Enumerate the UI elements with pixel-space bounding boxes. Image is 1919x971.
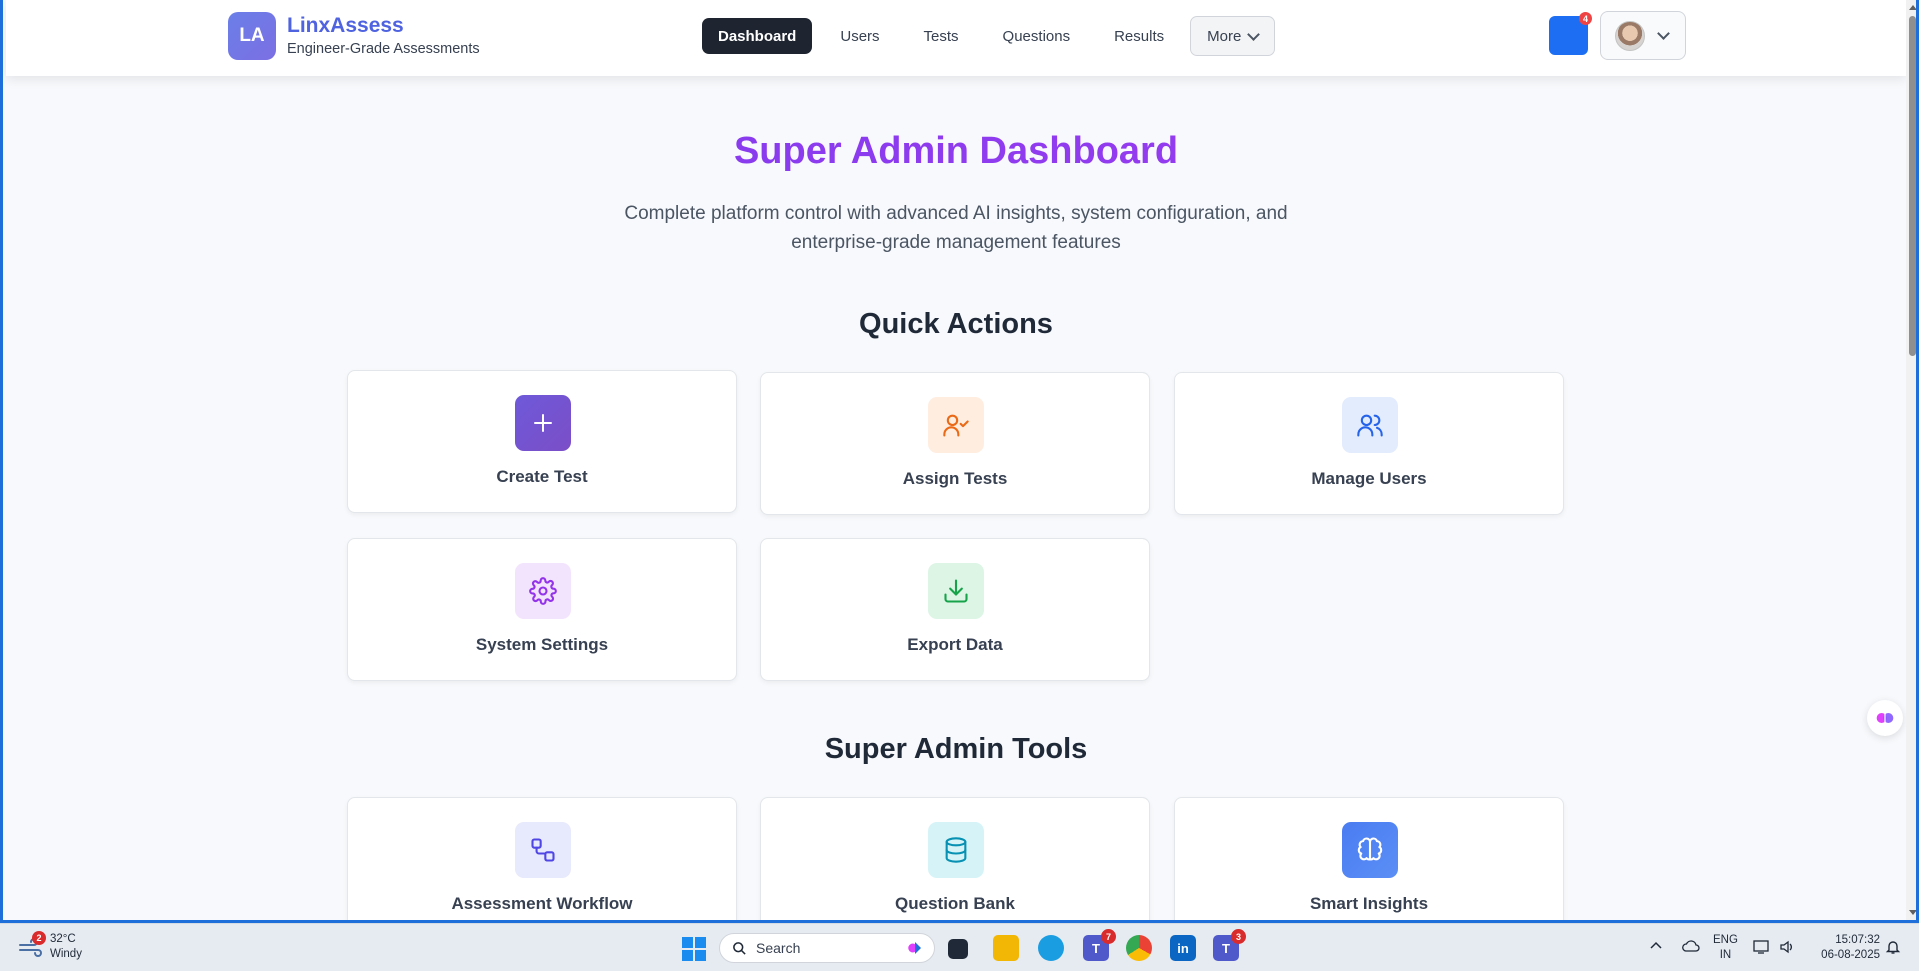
- chevron-up-icon[interactable]: [1650, 940, 1662, 955]
- notification-count-badge: 4: [1579, 12, 1592, 25]
- scroll-up-arrow[interactable]: [1909, 5, 1916, 10]
- page-scrollbar[interactable]: [1906, 0, 1916, 920]
- weather-widget[interactable]: 2 32°C Windy: [18, 931, 82, 962]
- network-icon[interactable]: [1753, 939, 1771, 960]
- user-check-icon: [928, 397, 984, 453]
- smart-insights-card[interactable]: Smart Insights: [1174, 797, 1564, 920]
- brain-icon: [1876, 713, 1894, 723]
- create-test-card[interactable]: Create Test: [347, 370, 737, 513]
- export-data-card[interactable]: Export Data: [760, 538, 1150, 681]
- nav-more-button[interactable]: More: [1190, 16, 1276, 56]
- assessment-workflow-card[interactable]: Assessment Workflow: [347, 797, 737, 920]
- clock[interactable]: 15:07:32 06-08-2025: [1812, 933, 1880, 963]
- users-icon: [1342, 397, 1398, 453]
- workflow-icon: [515, 822, 571, 878]
- avatar: [1615, 20, 1645, 51]
- task-view-icon[interactable]: [948, 939, 968, 959]
- nav-more-label: More: [1207, 27, 1242, 45]
- ai-assistant-button[interactable]: [1867, 700, 1903, 736]
- edge-browser-icon[interactable]: [1038, 935, 1064, 961]
- brain-icon: [1342, 822, 1398, 878]
- volume-icon[interactable]: [1779, 939, 1795, 960]
- chevron-down-icon: [1657, 27, 1670, 40]
- profile-menu-button[interactable]: [1600, 11, 1686, 60]
- scroll-thumb[interactable]: [1909, 16, 1916, 356]
- database-icon: [928, 822, 984, 878]
- logo[interactable]: LA: [228, 12, 276, 60]
- card-label: Assign Tests: [902, 469, 1008, 488]
- card-label: Create Test: [496, 467, 588, 486]
- weather-condition: Windy: [50, 948, 82, 960]
- scroll-down-arrow[interactable]: [1909, 910, 1916, 915]
- card-label: Manage Users: [1311, 469, 1427, 488]
- clock-time: 15:07:32: [1835, 934, 1880, 946]
- file-explorer-icon[interactable]: [993, 935, 1019, 961]
- main-nav: Dashboard Users Tests Questions Results …: [702, 16, 1276, 56]
- nav-tests[interactable]: Tests: [908, 18, 975, 54]
- clock-date: 06-08-2025: [1821, 949, 1880, 961]
- chrome-icon[interactable]: [1126, 935, 1152, 961]
- teams-work-icon[interactable]: T3: [1213, 929, 1246, 961]
- card-label: Export Data: [907, 635, 1003, 654]
- teams-work-badge: 3: [1231, 929, 1246, 944]
- notification-bell-icon[interactable]: [1885, 939, 1901, 960]
- card-label: Assessment Workflow: [451, 894, 633, 913]
- browser-window: LA LinxAssess Engineer-Grade Assessments…: [0, 0, 1919, 923]
- windows-taskbar: 2 32°C Windy Search T7 in T3 ENG IN 15:0…: [0, 923, 1919, 971]
- weather-temp: 32°C: [50, 933, 76, 945]
- card-label: Question Bank: [895, 894, 1015, 913]
- chevron-down-icon: [1247, 27, 1261, 41]
- nav-results[interactable]: Results: [1098, 18, 1180, 54]
- brand-tagline: Engineer-Grade Assessments: [287, 41, 480, 57]
- quick-actions-title: Quick Actions: [859, 308, 1053, 340]
- lang-top: ENG: [1713, 934, 1738, 946]
- cloud-icon[interactable]: [1682, 939, 1700, 958]
- card-label: Smart Insights: [1309, 894, 1429, 913]
- linkedin-icon[interactable]: in: [1170, 935, 1196, 961]
- teams-badge: 7: [1101, 929, 1116, 944]
- gear-icon: [515, 563, 571, 619]
- card-label: System Settings: [475, 635, 609, 654]
- start-button[interactable]: [682, 937, 706, 961]
- wind-icon: 2: [18, 931, 46, 957]
- question-bank-card[interactable]: Question Bank: [760, 797, 1150, 920]
- top-navbar: LA LinxAssess Engineer-Grade Assessments…: [6, 0, 1906, 76]
- system-settings-card[interactable]: System Settings: [347, 538, 737, 681]
- search-placeholder: Search: [756, 940, 801, 956]
- lang-bottom: IN: [1719, 949, 1732, 961]
- language-indicator[interactable]: ENG IN: [1713, 933, 1738, 963]
- nav-questions[interactable]: Questions: [987, 18, 1087, 54]
- copilot-icon: [906, 939, 924, 957]
- brand-name[interactable]: LinxAssess: [287, 14, 404, 38]
- notifications-button[interactable]: 4: [1549, 12, 1592, 55]
- manage-users-card[interactable]: Manage Users: [1174, 372, 1564, 515]
- nav-users[interactable]: Users: [824, 18, 895, 54]
- page-title: Super Admin Dashboard: [3, 130, 1909, 173]
- super-admin-tools-title: Super Admin Tools: [824, 733, 1088, 765]
- plus-icon: [515, 395, 571, 451]
- page-subtitle: Complete platform control with advanced …: [624, 203, 1288, 253]
- assign-tests-card[interactable]: Assign Tests: [760, 372, 1150, 515]
- nav-dashboard[interactable]: Dashboard: [702, 18, 813, 54]
- weather-badge: 2: [32, 931, 46, 945]
- download-icon: [928, 563, 984, 619]
- taskbar-search[interactable]: Search: [719, 933, 935, 963]
- search-icon: [733, 941, 746, 955]
- teams-icon[interactable]: T7: [1083, 929, 1116, 961]
